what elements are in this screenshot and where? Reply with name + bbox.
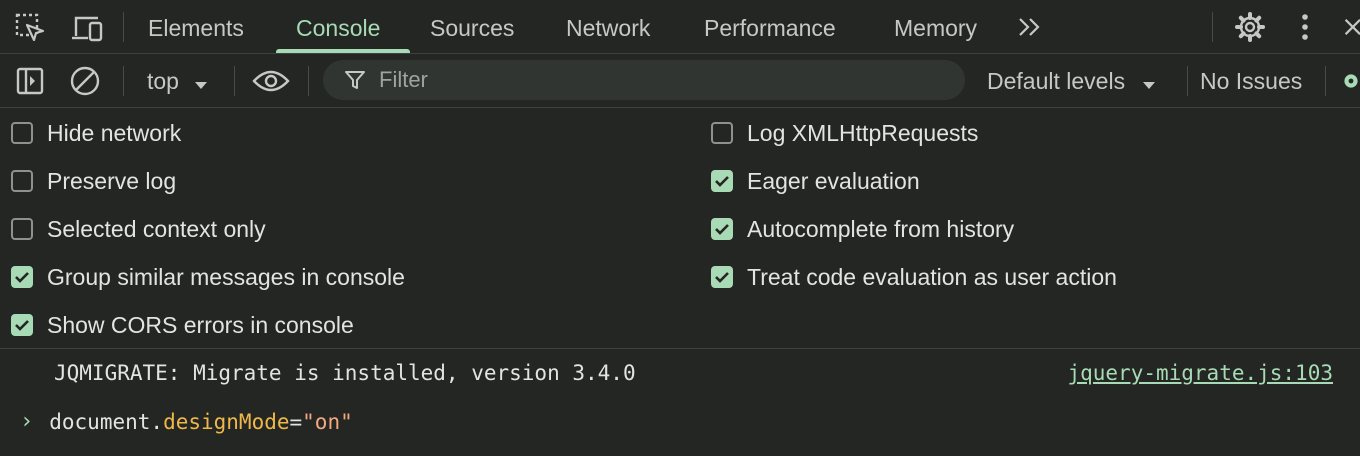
log-levels-label: Default levels: [987, 68, 1126, 94]
setting-label: Treat code evaluation as user action: [747, 263, 1117, 290]
tab-console[interactable]: Console: [296, 0, 380, 53]
filter-funnel-icon: [343, 68, 367, 92]
setting-preserve-log[interactable]: Preserve log: [11, 157, 176, 205]
setting-selected-context-only[interactable]: Selected context only: [11, 205, 266, 253]
checkbox[interactable]: [711, 122, 733, 144]
tab-network[interactable]: Network: [566, 0, 650, 53]
tab-performance[interactable]: Performance: [704, 0, 836, 53]
checkmark-icon: [715, 272, 729, 283]
setting-label: Log XMLHttpRequests: [747, 119, 979, 146]
console-prompt[interactable]: › document. designMode = "on": [20, 409, 353, 434]
more-tabs-icon[interactable]: [1014, 12, 1046, 42]
setting-label: Group similar messages in console: [47, 263, 405, 290]
setting-log-xmlhttprequests[interactable]: Log XMLHttpRequests: [711, 109, 978, 157]
tab-elements[interactable]: Elements: [148, 0, 244, 53]
chevron-down-icon: [1141, 56, 1157, 110]
console-output: JQMIGRATE: Migrate is installed, version…: [0, 349, 1360, 456]
prompt-chevron-icon: ›: [20, 409, 34, 434]
tab-bar-separator: [123, 12, 124, 42]
toolbar-separator: [1187, 66, 1188, 96]
checkbox-checked[interactable]: [711, 266, 733, 288]
kebab-menu-icon[interactable]: [1292, 12, 1318, 42]
tab-bar-separator-right: [1212, 12, 1213, 42]
filter-placeholder: Filter: [379, 67, 428, 92]
checkbox-checked[interactable]: [11, 314, 33, 336]
toolbar-separator: [234, 66, 235, 96]
checkbox-checked[interactable]: [711, 170, 733, 192]
checkbox[interactable]: [11, 122, 33, 144]
code-string: "on": [302, 409, 353, 434]
device-toolbar-icon[interactable]: [70, 12, 104, 44]
checkbox-checked[interactable]: [711, 218, 733, 240]
setting-group-similar[interactable]: Group similar messages in console: [11, 253, 405, 301]
toolbar-separator: [1325, 66, 1326, 96]
active-tab-indicator: [276, 49, 410, 53]
devtools-tab-bar: Elements Console Sources Network Perform…: [0, 0, 1360, 54]
tab-memory[interactable]: Memory: [894, 0, 977, 53]
code-property: designMode: [163, 409, 290, 434]
context-selector-value: top: [147, 68, 179, 94]
code-dot: .: [150, 409, 164, 434]
issues-counter[interactable]: No Issues: [1200, 54, 1302, 108]
filter-input[interactable]: Filter: [323, 60, 965, 100]
setting-label: Preserve log: [47, 167, 177, 194]
setting-hide-network[interactable]: Hide network: [11, 109, 181, 157]
setting-label: Selected context only: [47, 215, 266, 242]
checkmark-icon: [15, 272, 29, 283]
checkbox[interactable]: [11, 170, 33, 192]
toolbar-separator: [123, 66, 124, 96]
setting-show-cors-errors[interactable]: Show CORS errors in console: [11, 301, 354, 349]
checkmark-icon: [715, 224, 729, 235]
setting-label: Show CORS errors in console: [47, 311, 354, 338]
log-levels-dropdown[interactable]: Default levels: [987, 54, 1157, 110]
chevron-down-icon: [193, 56, 209, 110]
setting-autocomplete-history[interactable]: Autocomplete from history: [711, 205, 1014, 253]
checkbox[interactable]: [11, 218, 33, 240]
checkmark-icon: [715, 176, 729, 187]
context-selector[interactable]: top: [147, 54, 209, 110]
setting-label: Hide network: [47, 119, 182, 146]
source-link[interactable]: jquery-migrate.js:103: [1067, 361, 1333, 385]
toolbar-separator: [308, 66, 309, 96]
console-toolbar: top Filter Default levels No Issues: [0, 54, 1360, 108]
setting-label: Eager evaluation: [747, 167, 920, 194]
inspect-element-icon[interactable]: [14, 12, 46, 44]
console-message: JQMIGRATE: Migrate is installed, version…: [54, 361, 636, 385]
console-settings-pane: Hide network Preserve log Selected conte…: [0, 108, 1360, 349]
sidebar-toggle-icon[interactable]: [14, 65, 46, 97]
setting-label: Autocomplete from history: [747, 215, 1015, 242]
code-operator: =: [289, 409, 303, 434]
checkbox-checked[interactable]: [11, 266, 33, 288]
clear-console-icon[interactable]: [69, 65, 101, 97]
setting-eager-evaluation[interactable]: Eager evaluation: [711, 157, 920, 205]
eye-icon[interactable]: [251, 66, 291, 96]
tab-sources[interactable]: Sources: [430, 0, 514, 53]
close-icon[interactable]: [1342, 12, 1360, 42]
settings-gear-icon[interactable]: [1233, 10, 1267, 44]
code-object: document: [49, 409, 151, 434]
setting-treat-code-evaluation[interactable]: Treat code evaluation as user action: [711, 253, 1117, 301]
checkmark-icon: [15, 320, 29, 331]
console-settings-gear-icon[interactable]: [1342, 66, 1360, 96]
